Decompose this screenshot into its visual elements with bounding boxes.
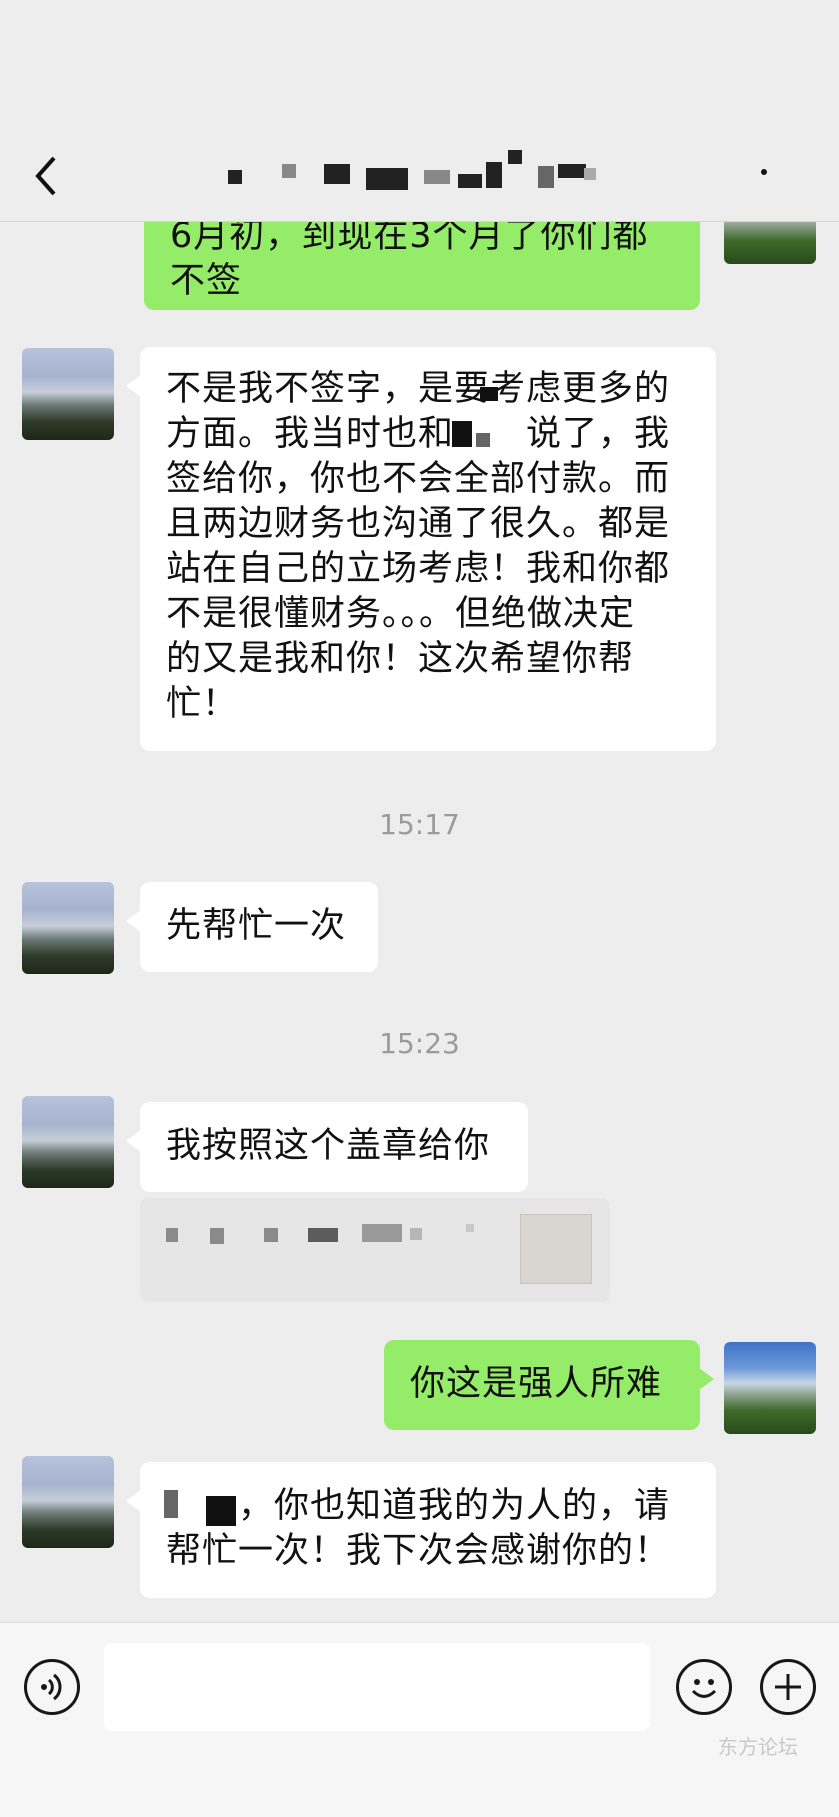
document-thumbnail [520,1214,592,1284]
emoji-icon[interactable] [676,1659,732,1715]
message-text: ，你也知道我的为人的，请 帮忙一次！我下次会感谢你的！ [166,1486,671,1571]
contact-avatar[interactable] [22,882,114,974]
plus-icon[interactable] [760,1659,816,1715]
chat-header [0,0,839,222]
redacted-name [164,1490,178,1518]
contact-avatar[interactable] [22,1096,114,1188]
redacted-mark [480,387,498,401]
message-text: 不是我不签字，是要考虑更多的 方面。我当时也和 说了，我 签给你，你也不会全部付… [166,369,671,724]
timestamp: 15:17 [379,808,460,841]
watermark: 东方论坛 [718,1737,798,1759]
more-dot-icon[interactable] [752,160,776,184]
message-bubble-received[interactable]: 先帮忙一次 [126,882,378,972]
message-bubble-received[interactable]: 不是我不签字，是要考虑更多的 方面。我当时也和 说了，我 签给你，你也不会全部付… [126,347,716,751]
message-bubble-sent[interactable]: 你这是强人所难 [384,1340,714,1430]
message-text: 你这是强人所难 [410,1364,663,1404]
message-bubble-received[interactable]: ，你也知道我的为人的，请 帮忙一次！我下次会感谢你的！ [126,1462,716,1598]
contact-avatar[interactable] [22,1456,114,1548]
message-text: 6月初，到现在3个月了你们都 不签 [170,216,649,301]
input-bar: 东方论坛 [0,1622,839,1817]
redacted-name [206,1496,236,1526]
redacted-name [452,421,472,447]
redacted-name [476,433,490,447]
voice-icon[interactable] [24,1659,80,1715]
file-card[interactable] [140,1198,610,1302]
message-text: 我按照这个盖章给你 [166,1126,491,1166]
message-input[interactable] [104,1643,650,1731]
contact-name-redacted[interactable] [228,150,608,194]
chevron-left-icon[interactable] [28,152,68,200]
message-bubble-received[interactable]: 我按照这个盖章给你 [126,1102,528,1192]
timestamp: 15:23 [379,1027,460,1060]
chat-area[interactable]: 6月初，到现在3个月了你们都 不签 不是我不签字，是要考虑更多的 方面。我当时也… [0,0,839,1817]
contact-avatar[interactable] [22,348,114,440]
my-avatar[interactable] [724,1342,816,1434]
message-text: 先帮忙一次 [166,906,347,946]
